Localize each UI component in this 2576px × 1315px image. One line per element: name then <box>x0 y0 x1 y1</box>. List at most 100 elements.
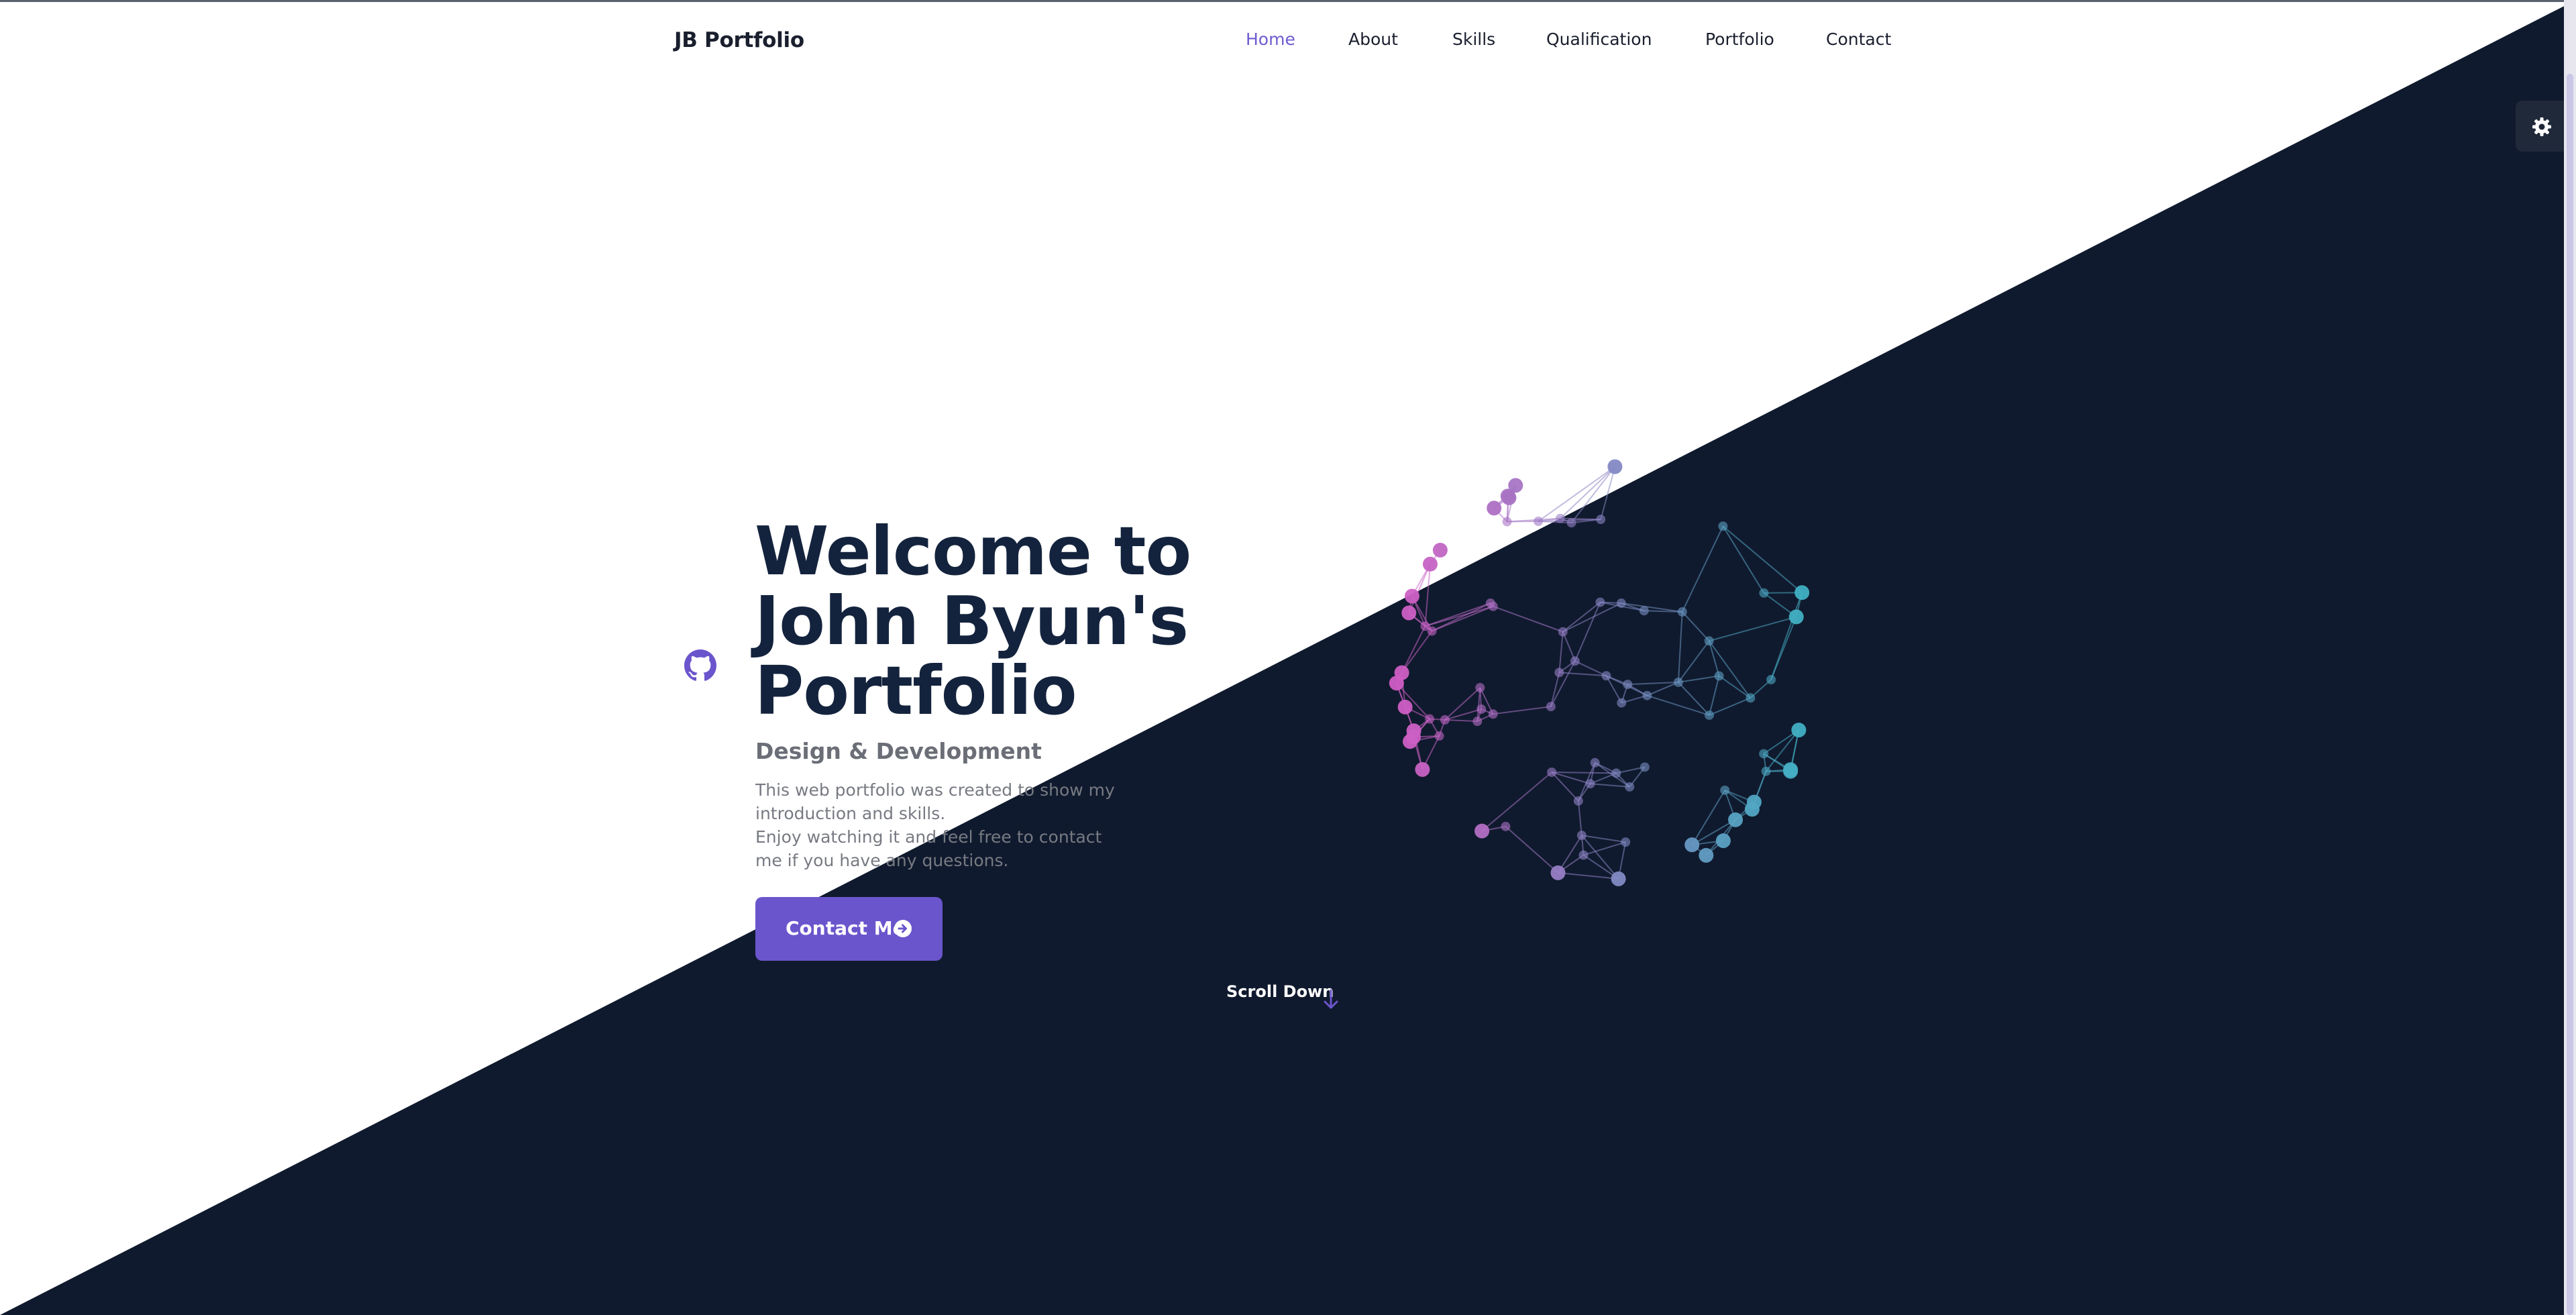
sphere-node <box>1554 668 1564 678</box>
sphere-node <box>1546 702 1556 712</box>
sphere-node <box>1714 671 1724 681</box>
sphere-node <box>1791 723 1807 738</box>
nav-qualification[interactable]: Qualification <box>1546 30 1652 49</box>
scrollbar-thumb[interactable] <box>2567 74 2573 1315</box>
sphere-node <box>1576 831 1587 841</box>
sphere-node <box>1728 812 1743 827</box>
sphere-node <box>1759 749 1769 759</box>
sphere-node <box>1502 517 1512 527</box>
sphere-node <box>1570 656 1580 666</box>
sphere-node <box>1759 588 1769 598</box>
sphere-node <box>1488 709 1498 719</box>
sphere-node <box>1705 710 1715 720</box>
sphere-node <box>1555 513 1565 523</box>
sphere-node <box>1474 823 1490 839</box>
scroll-down-label: Scroll Down <box>1226 982 1334 1001</box>
sphere-node <box>1601 671 1611 681</box>
contact-me-label: Contact Me <box>786 917 906 939</box>
sphere-node <box>1640 762 1650 772</box>
sphere-node <box>1677 607 1687 617</box>
nav-home[interactable]: Home <box>1246 30 1295 49</box>
sphere-node <box>1397 699 1413 715</box>
sphere-node <box>1607 459 1623 474</box>
sphere-node <box>1699 847 1714 863</box>
sphere-node <box>1420 621 1430 631</box>
sphere-node <box>1623 680 1633 690</box>
sphere-node <box>1394 665 1409 680</box>
browser-top-border <box>0 0 2576 2</box>
nav-about[interactable]: About <box>1348 30 1398 49</box>
sphere-node <box>1611 871 1626 886</box>
hero-description-line: introduction and skills. <box>755 804 946 823</box>
network-sphere-graphic <box>1389 459 1810 886</box>
arrow-down-icon <box>1324 989 1338 1009</box>
sphere-node <box>1611 768 1621 778</box>
sphere-node <box>1766 675 1776 685</box>
hero-description: This web portfolio was created to show m… <box>755 778 1131 872</box>
nav-skills[interactable]: Skills <box>1452 30 1495 49</box>
sphere-node <box>1642 690 1652 700</box>
hero-description-line: me if you have any questions. <box>755 851 1009 870</box>
sphere-node <box>1472 717 1483 727</box>
sphere-node <box>1573 796 1583 806</box>
hero-title-line: Portfolio <box>755 651 1077 730</box>
sphere-node <box>1425 714 1435 724</box>
sphere-node <box>1547 768 1557 778</box>
scroll-down-link[interactable]: Scroll Down <box>1226 982 1338 1009</box>
nav-portfolio[interactable]: Portfolio <box>1705 30 1774 49</box>
sphere-node <box>1639 606 1649 616</box>
sphere-node <box>1684 837 1700 853</box>
sphere-node <box>1422 556 1438 572</box>
github-icon[interactable] <box>684 649 716 682</box>
sphere-node <box>1617 698 1627 708</box>
sphere-node <box>1715 833 1731 849</box>
hero-title-line: Welcome to <box>755 512 1191 590</box>
sphere-node <box>1783 764 1799 779</box>
theme-toggle-button[interactable] <box>2516 101 2567 152</box>
sphere-node <box>1746 693 1756 703</box>
sphere-node <box>1794 585 1810 600</box>
sphere-node <box>1432 543 1448 558</box>
sphere-node <box>1704 636 1714 646</box>
sphere-node <box>1744 802 1760 817</box>
hero-subtitle: Design & Development <box>755 738 1042 764</box>
sphere-node <box>1501 821 1511 831</box>
sphere-node <box>1477 704 1487 714</box>
nav-contact[interactable]: Contact <box>1826 30 1891 49</box>
sphere-node <box>1487 501 1502 516</box>
sphere-node <box>1718 521 1728 531</box>
sphere-node <box>1434 731 1444 741</box>
sphere-node <box>1673 677 1683 687</box>
sphere-node <box>1440 715 1450 725</box>
sphere-node <box>1720 785 1730 795</box>
sphere-node <box>1415 761 1430 777</box>
sphere-node <box>1401 605 1417 621</box>
sphere-node <box>1595 597 1605 607</box>
diagonal-background <box>0 0 2576 1315</box>
arrow-right-circle-icon <box>894 920 912 937</box>
hero-title-line: John Byun's <box>755 582 1189 660</box>
sphere-node <box>1558 627 1568 637</box>
sphere-node <box>1406 723 1421 739</box>
contact-me-button[interactable]: Contact Me <box>755 897 943 961</box>
sphere-node <box>1404 588 1419 604</box>
sphere-node <box>1596 515 1606 525</box>
sphere-node <box>1585 779 1595 789</box>
sphere-node <box>1485 598 1495 609</box>
gear-icon <box>2532 117 2551 136</box>
sphere-node <box>1566 518 1576 528</box>
sphere-node <box>1475 683 1485 693</box>
site-logo[interactable]: JB Portfolio <box>674 28 804 52</box>
sphere-node <box>1788 609 1804 625</box>
sphere-node <box>1625 782 1635 792</box>
hero-description-line: Enjoy watching it and feel free to conta… <box>755 827 1102 847</box>
hero-title: Welcome to John Byun's Portfolio <box>755 517 1224 726</box>
sphere-node <box>1578 850 1589 860</box>
sphere-node <box>1616 598 1626 609</box>
site-header: JB Portfolio Home About Skills Qualifica… <box>674 25 1895 59</box>
sphere-node <box>1508 478 1523 493</box>
sphere-node <box>1534 517 1544 527</box>
sphere-node <box>1550 865 1566 880</box>
hero-description-line: This web portfolio was created to show m… <box>755 780 1115 800</box>
sphere-node <box>1590 757 1600 768</box>
